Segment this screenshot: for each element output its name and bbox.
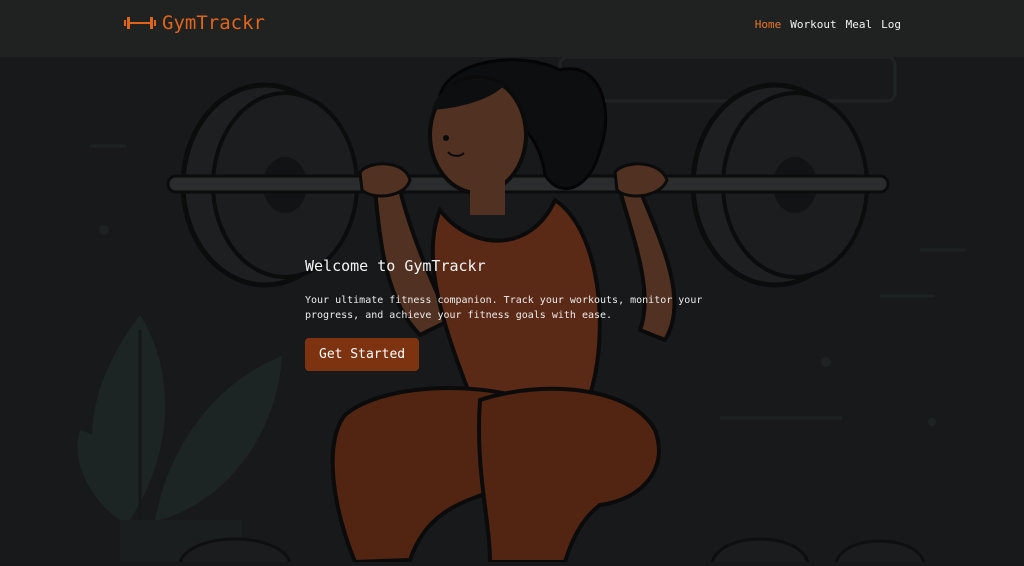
dumbbell-icon: [124, 16, 156, 30]
hero-description: Your ultimate fitness companion. Track y…: [305, 295, 703, 321]
nav-link-home[interactable]: Home: [755, 18, 782, 31]
get-started-button[interactable]: Get Started: [305, 338, 420, 371]
hero-title: Welcome to GymTrackr: [305, 257, 486, 275]
hero-content: Welcome to GymTrackr Your ultimate fitne…: [305, 257, 725, 371]
nav-link-meal[interactable]: Meal: [846, 18, 873, 31]
main-nav: Home Workout Meal Log: [755, 18, 901, 31]
brand-name: GymTrackr: [162, 12, 265, 34]
top-navbar: GymTrackr Home Workout Meal Log: [0, 0, 1024, 57]
nav-link-log[interactable]: Log: [881, 18, 901, 31]
brand-logo-link[interactable]: GymTrackr: [124, 10, 265, 36]
nav-link-workout[interactable]: Workout: [790, 18, 836, 31]
